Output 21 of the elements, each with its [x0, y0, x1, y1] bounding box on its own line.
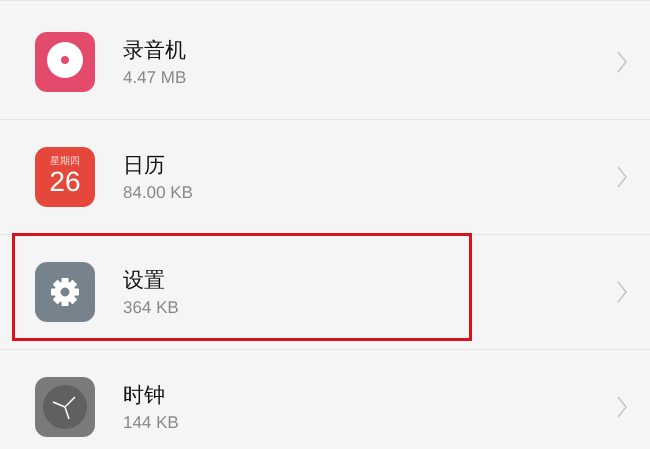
weekday-label: 星期四 — [50, 156, 80, 167]
app-size: 144 KB — [123, 413, 180, 433]
app-row[interactable]: 设置 364 KB — [0, 235, 650, 350]
chevron-right-icon — [616, 164, 628, 190]
app-name: 日历 — [123, 152, 166, 179]
app-name: 设置 — [123, 267, 166, 294]
app-name: 时钟 — [123, 382, 166, 409]
app-size: 84.00 KB — [123, 183, 194, 203]
app-row[interactable]: 时钟 144 KB — [0, 350, 650, 449]
chevron-right-icon — [616, 394, 628, 420]
clock-app-icon — [35, 377, 95, 437]
app-size: 4.47 MB — [123, 68, 188, 88]
app-row[interactable]: 录音机 4.47 MB — [0, 5, 650, 120]
chevron-right-icon — [616, 279, 628, 305]
settings-app-icon — [35, 262, 95, 322]
app-row[interactable]: 星期四 26 日历 84.00 KB — [0, 120, 650, 235]
app-size: 364 KB — [123, 298, 180, 318]
chevron-right-icon — [616, 49, 628, 75]
day-number: 26 — [49, 166, 81, 198]
app-name: 录音机 — [123, 37, 187, 64]
recorder-app-icon — [35, 32, 95, 92]
